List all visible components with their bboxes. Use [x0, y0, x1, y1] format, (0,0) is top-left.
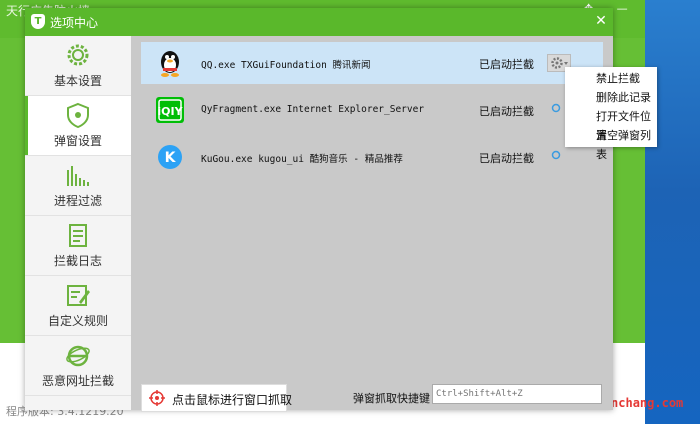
status-text: 已启动拦截	[479, 105, 534, 118]
sidebar-item-label: 拦截日志	[53, 254, 102, 268]
popup-rule-list: QQ.exe TXGuiFoundation 腾讯新闻 已启动拦截 iQIY Q…	[131, 36, 613, 412]
dialog-titlebar[interactable]: T 选项中心 ✕	[25, 8, 613, 36]
dialog-title: 选项中心	[50, 16, 99, 30]
iqiyi-icon: iQIY	[156, 97, 184, 123]
sidebar-item-custom-rules[interactable]: 自定义规则	[25, 276, 131, 336]
svg-text:K: K	[165, 150, 177, 166]
context-menu: 禁止拦截 删除此记录 打开文件位置 清空弹窗列表	[565, 67, 657, 161]
list-item[interactable]: K KuGou.exe kugou_ui 酷狗音乐 - 精品推荐 已启动拦截	[141, 136, 603, 178]
kugou-icon: K	[158, 145, 182, 169]
window-capture-button[interactable]: 点击鼠标进行窗口抓取	[141, 384, 292, 412]
sidebar-item-popup-settings[interactable]: 弹窗设置	[25, 96, 131, 156]
sidebar-item-label: 恶意网址拦截	[41, 374, 114, 388]
list-item[interactable]: iQIY QyFragment.exe Internet Explorer_Se…	[141, 89, 603, 131]
crosshair-icon	[149, 390, 165, 406]
sidebar-nav: 基本设置 弹窗设置 进程过滤 拦截日志 自定义规则 恶意网址拦截	[25, 36, 131, 410]
sidebar-item-label: 基本设置	[53, 74, 102, 88]
sidebar-item-intercept-log[interactable]: 拦截日志	[25, 216, 131, 276]
list-item[interactable]: QQ.exe TXGuiFoundation 腾讯新闻 已启动拦截	[141, 42, 603, 84]
sidebar-item-process-filter[interactable]: 进程过滤	[25, 156, 131, 216]
gear-icon	[67, 44, 89, 66]
bar-filter-icon	[67, 166, 89, 186]
close-button[interactable]: ✕	[592, 11, 610, 31]
rule-edit-icon	[67, 285, 90, 306]
sidebar-item-basic-settings[interactable]: 基本设置	[25, 36, 131, 96]
hotkey-input[interactable]	[432, 384, 602, 404]
status-text: 已启动拦截	[479, 58, 534, 71]
rule-text: QyFragment.exe Internet Explorer_Server	[201, 104, 425, 115]
log-clipboard-icon	[69, 224, 87, 247]
options-dialog: T 选项中心 ✕ 基本设置 弹窗设置 进程过滤 拦截日志 自定义规则 恶意网址拦…	[25, 8, 613, 412]
capture-button-label: 点击鼠标进行窗口抓取	[172, 393, 293, 407]
menu-item-delete-record[interactable]: 删除此记录	[565, 88, 657, 107]
rule-text: KuGou.exe kugou_ui 酷狗音乐 - 精品推荐	[201, 154, 403, 165]
gear-icon[interactable]	[551, 103, 561, 113]
svg-text:iQIY: iQIY	[157, 105, 183, 118]
rule-text: QQ.exe TXGuiFoundation 腾讯新闻	[201, 60, 371, 71]
qq-penguin-icon	[161, 51, 179, 77]
app-logo-icon: T	[31, 14, 45, 29]
gear-icon[interactable]	[551, 150, 561, 160]
menu-item-disable-intercept[interactable]: 禁止拦截	[565, 69, 657, 88]
hotkey-label: 弹窗抓取快捷键	[353, 392, 430, 405]
sidebar-item-label: 进程过滤	[53, 194, 102, 208]
ie-globe-icon	[66, 345, 90, 367]
desktop-background	[645, 0, 700, 424]
menu-item-clear-popup-list[interactable]: 清空弹窗列表	[565, 126, 657, 161]
sidebar-item-label: 自定义规则	[47, 314, 108, 328]
sidebar-item-label: 弹窗设置	[53, 134, 102, 148]
menu-item-open-file-location[interactable]: 打开文件位置	[565, 107, 657, 142]
sidebar-item-malicious-url[interactable]: 恶意网址拦截	[25, 336, 131, 396]
shield-icon	[67, 102, 89, 128]
status-text: 已启动拦截	[479, 152, 534, 165]
